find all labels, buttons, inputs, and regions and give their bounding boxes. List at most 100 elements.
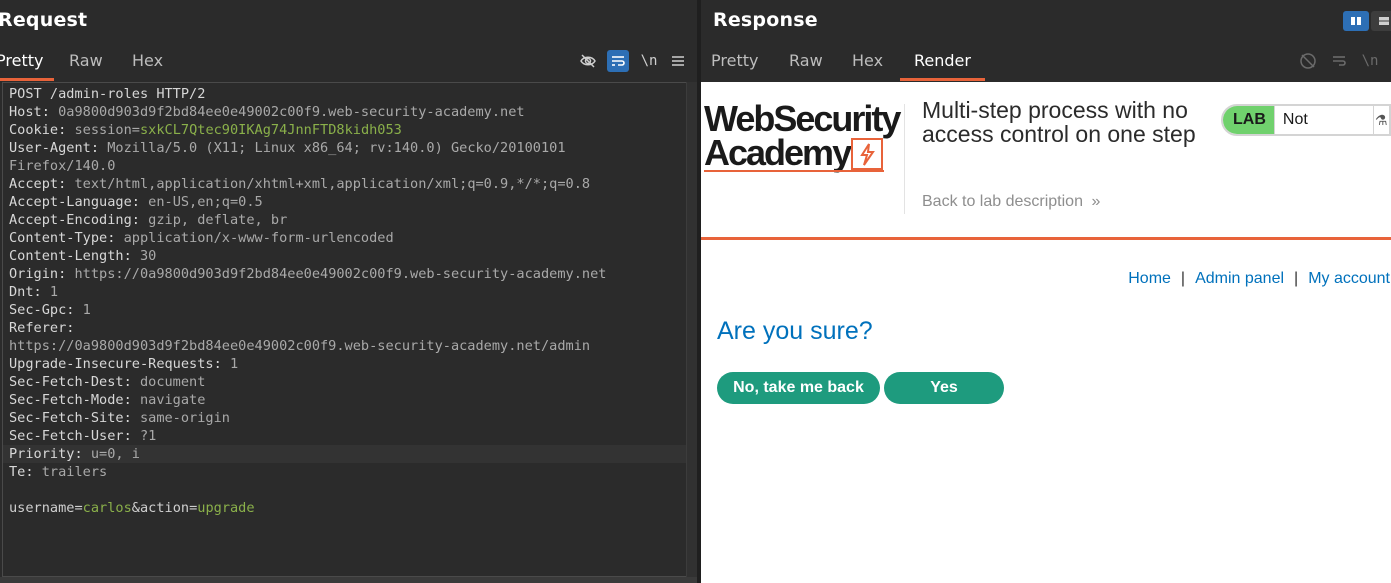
- header-name: Sec-Fetch-User:: [9, 428, 132, 444]
- request-line[interactable]: Sec-Fetch-Mode: navigate: [9, 391, 689, 409]
- request-line[interactable]: Host: 0a9800d903d9f2bd84ee0e49002c00f9.w…: [9, 103, 689, 121]
- body-param-value: carlos: [82, 500, 132, 516]
- header-value: en-US,en;q=0.5: [139, 194, 263, 210]
- layout-toggle: [1343, 11, 1391, 31]
- header-value: 30: [131, 248, 157, 264]
- header-name: Referer:: [9, 320, 75, 336]
- request-editor[interactable]: POST /admin-roles HTTP/2 Host: 0a9800d903…: [2, 82, 697, 577]
- split-vertical-icon[interactable]: [1371, 11, 1391, 31]
- request-line[interactable]: Accept-Encoding: gzip, deflate, br: [9, 211, 689, 229]
- header-value: 1: [74, 302, 91, 318]
- web-security-academy-logo[interactable]: WebSecurity Academy: [704, 101, 904, 174]
- wrap-icon: [1328, 50, 1350, 72]
- request-lines[interactable]: POST /admin-roles HTTP/2 Host: 0a9800d903…: [3, 85, 689, 517]
- header-name: Accept:: [9, 176, 67, 192]
- response-pane: Response Pretty Raw Hex Render \n WebSec…: [701, 0, 1391, 583]
- header-value: Firefox/140.0: [9, 158, 116, 174]
- body-ampersand: &: [131, 500, 140, 516]
- request-line[interactable]: Accept: text/html,application/xhtml+xml,…: [9, 175, 689, 193]
- tab-hex[interactable]: Hex: [132, 44, 163, 81]
- nav-my-account[interactable]: My account: [1308, 270, 1390, 288]
- body-equals: =: [74, 500, 83, 516]
- request-vertical-scrollbar[interactable]: [686, 82, 697, 577]
- tab-pretty[interactable]: Pretty: [711, 44, 758, 81]
- tab-pretty[interactable]: Pretty: [0, 44, 54, 81]
- lab-tag: LAB: [1223, 106, 1274, 134]
- header-name: Cookie:: [9, 122, 67, 138]
- tab-raw[interactable]: Raw: [69, 44, 103, 81]
- eye-off-icon[interactable]: [577, 50, 599, 72]
- request-line[interactable]: Priority: u=0, i: [3, 445, 689, 463]
- request-line[interactable]: [9, 481, 689, 499]
- request-line[interactable]: User-Agent: Mozilla/5.0 (X11; Linux x86_…: [9, 139, 689, 157]
- newline-icon: \n: [1361, 53, 1379, 69]
- header-value: ?1: [131, 428, 157, 444]
- newline-icon[interactable]: \n: [638, 50, 660, 72]
- header-name: Content-Type:: [9, 230, 116, 246]
- request-line[interactable]: Sec-Gpc: 1: [9, 301, 689, 319]
- header-value: https://0a9800d903d9f2bd84ee0e49002c00f9…: [66, 266, 607, 282]
- split-horizontal-icon[interactable]: [1343, 11, 1369, 31]
- flask-icon: ⚗: [1372, 106, 1389, 134]
- header-value: application/x-www-form-urlencoded: [115, 230, 394, 246]
- request-line[interactable]: Origin: https://0a9800d903d9f2bd84ee0e49…: [9, 265, 689, 283]
- body-param-value: upgrade: [197, 500, 255, 516]
- header-name: Sec-Fetch-Site:: [9, 410, 132, 426]
- header-value: trailers: [33, 464, 108, 480]
- lab-title: Multi-step process with no access contro…: [922, 97, 1196, 147]
- yes-button[interactable]: Yes: [884, 372, 1004, 404]
- no-take-me-back-button[interactable]: No, take me back: [717, 372, 880, 404]
- header-name: User-Agent:: [9, 140, 100, 156]
- header-value: session=: [66, 122, 140, 138]
- nav-admin-panel[interactable]: Admin panel: [1195, 270, 1284, 288]
- rendered-page: WebSecurity Academy Multi-step process w…: [701, 82, 1391, 583]
- header-name: POST /admin-roles HTTP/2: [9, 86, 206, 102]
- header-value: 0a9800d903d9f2bd84ee0e49002c00f9.web-sec…: [49, 104, 525, 120]
- tab-render[interactable]: Render: [900, 44, 985, 81]
- header-value: 1: [41, 284, 59, 300]
- request-title: Request: [0, 9, 88, 31]
- cookie-value: sxkCL7Qtec90IKAg74JnnFTD8kidh053: [139, 122, 402, 138]
- request-horizontal-scrollbar[interactable]: [0, 577, 697, 583]
- request-line[interactable]: username=carlos&action=upgrade: [9, 499, 689, 517]
- wrap-icon[interactable]: [607, 50, 629, 72]
- tab-raw[interactable]: Raw: [789, 44, 823, 81]
- nav-separator: |: [1294, 270, 1299, 287]
- request-line[interactable]: Upgrade-Insecure-Requests: 1: [9, 355, 689, 373]
- back-link-label: Back to lab description: [922, 193, 1083, 210]
- request-line[interactable]: Referer:: [9, 319, 689, 337]
- header-name: Sec-Fetch-Dest:: [9, 374, 132, 390]
- request-line[interactable]: Content-Type: application/x-www-form-url…: [9, 229, 689, 247]
- header-name: Host:: [9, 104, 50, 120]
- tab-hex[interactable]: Hex: [852, 44, 883, 81]
- nav-home[interactable]: Home: [1128, 270, 1171, 288]
- top-nav: Home | Admin panel | My account: [1128, 270, 1390, 288]
- request-line[interactable]: Dnt: 1: [9, 283, 689, 301]
- request-line[interactable]: https://0a9800d903d9f2bd84ee0e49002c00f9…: [9, 337, 689, 355]
- request-line[interactable]: Content-Length: 30: [9, 247, 689, 265]
- burp-repeater-view: Request Pretty Raw Hex \n POST /admin-ro…: [0, 0, 1391, 583]
- request-line[interactable]: Te: trailers: [9, 463, 689, 481]
- request-line[interactable]: POST /admin-roles HTTP/2: [9, 85, 689, 103]
- lab-state: Not solved: [1273, 106, 1373, 134]
- request-line[interactable]: Cookie: session=sxkCL7Qtec90IKAg74JnnFTD…: [9, 121, 689, 139]
- header-name: Accept-Language:: [9, 194, 140, 210]
- header-name: Upgrade-Insecure-Requests:: [9, 356, 222, 372]
- request-line[interactable]: Sec-Fetch-Site: same-origin: [9, 409, 689, 427]
- header-value: 1: [221, 356, 239, 372]
- lightning-icon: [851, 138, 883, 170]
- logo-underline: [704, 170, 884, 172]
- lab-status-badge: LAB Not solved ⚗: [1221, 104, 1391, 136]
- request-line[interactable]: Sec-Fetch-User: ?1: [9, 427, 689, 445]
- request-line[interactable]: Accept-Language: en-US,en;q=0.5: [9, 193, 689, 211]
- menu-icon[interactable]: [667, 50, 689, 72]
- request-line[interactable]: Sec-Fetch-Dest: document: [9, 373, 689, 391]
- header-value: document: [131, 374, 206, 390]
- header-rule: [701, 237, 1391, 240]
- header-name: Sec-Gpc:: [9, 302, 75, 318]
- header-name: Accept-Encoding:: [9, 212, 140, 228]
- request-line[interactable]: Firefox/140.0: [9, 157, 689, 175]
- header-name: Dnt:: [9, 284, 42, 300]
- header-name: Priority:: [9, 446, 83, 462]
- back-to-lab-link[interactable]: Back to lab description »: [922, 193, 1100, 211]
